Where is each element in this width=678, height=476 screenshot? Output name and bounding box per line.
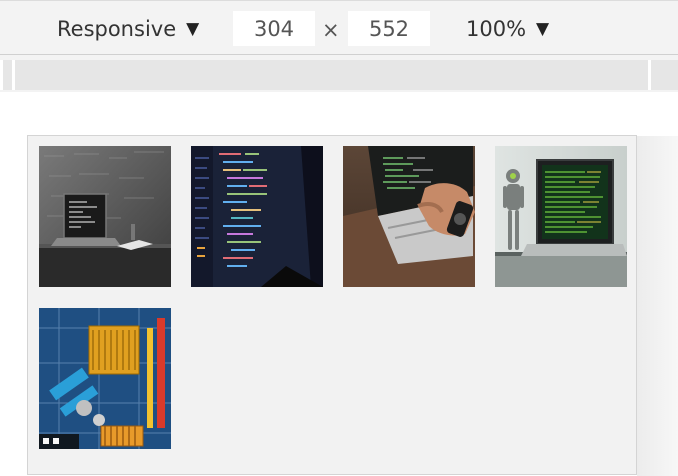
viewport-resize-handle[interactable] — [637, 136, 678, 476]
device-label: Responsive — [57, 17, 177, 41]
zoom-label: 100% — [466, 17, 527, 41]
gallery-image[interactable] — [343, 146, 475, 287]
width-input[interactable] — [233, 11, 315, 46]
ruler-segment-main[interactable] — [15, 60, 648, 90]
gallery-image[interactable] — [495, 146, 627, 287]
media-query-bar — [0, 55, 678, 92]
chevron-down-icon: ▼ — [536, 18, 550, 39]
ruler-segment-left[interactable] — [3, 60, 12, 90]
device-canvas — [0, 92, 678, 476]
gallery-image[interactable] — [39, 308, 171, 449]
height-input[interactable] — [348, 11, 430, 46]
chevron-down-icon: ▼ — [186, 18, 200, 39]
gallery-image[interactable] — [191, 146, 323, 287]
ruler-segment-right[interactable] — [651, 60, 678, 90]
zoom-dropdown[interactable]: 100% ▼ — [466, 15, 549, 43]
device-toolbar: Responsive ▼ × 100% ▼ — [0, 0, 678, 55]
device-dropdown[interactable]: Responsive ▼ — [57, 15, 199, 43]
gallery-image[interactable] — [39, 146, 171, 287]
dimension-separator: × — [322, 18, 340, 42]
